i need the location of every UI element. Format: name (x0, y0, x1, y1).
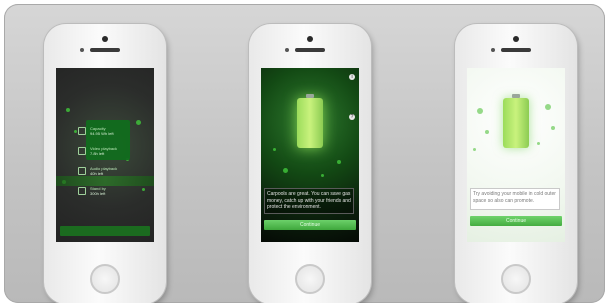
showcase-panel: Capacity 94.95 Wh left Video playback 7.… (4, 4, 605, 303)
decor-leaf (485, 130, 489, 134)
continue-button[interactable]: Continue (264, 220, 356, 230)
info-icon[interactable]: i (349, 74, 355, 80)
phone-mockup-3: Try avoiding your mobile in cold outer s… (455, 24, 577, 303)
decor-dot (321, 174, 324, 177)
decor-dot (142, 188, 145, 191)
battery-icon (503, 94, 529, 148)
stat-value: 40h left (90, 171, 104, 176)
tip-message: Try avoiding your mobile in cold outer s… (470, 188, 560, 210)
earpiece-speaker (90, 48, 120, 52)
home-button[interactable] (295, 264, 325, 294)
stat-value: 7.8h left (90, 151, 105, 156)
front-camera (307, 36, 313, 42)
earpiece-speaker (295, 48, 325, 52)
proximity-sensor (80, 48, 84, 52)
decor-leaf (473, 148, 476, 151)
decor-leaf (545, 104, 551, 110)
screen-stats: Capacity 94.95 Wh left Video playback 7.… (56, 68, 154, 242)
battery-icon (78, 127, 86, 135)
bottom-action-button[interactable] (60, 226, 150, 236)
decor-dot (136, 120, 141, 125)
stat-value: 94.95 Wh left (90, 131, 114, 136)
home-button[interactable] (90, 264, 120, 294)
phone-mockup-1: Capacity 94.95 Wh left Video playback 7.… (44, 24, 166, 303)
stat-row: Capacity 94.95 Wh left (78, 126, 140, 140)
screen-message-dark: i ? Carpools are great. You can save gas… (261, 68, 359, 242)
stat-value: 300h left (90, 191, 106, 196)
continue-button[interactable]: Continue (470, 216, 562, 226)
earpiece-speaker (501, 48, 531, 52)
decor-dot (283, 168, 288, 173)
standby-icon (78, 187, 86, 195)
home-button[interactable] (501, 264, 531, 294)
video-icon (78, 147, 86, 155)
decor-dot (74, 130, 77, 133)
tip-icon[interactable]: ? (349, 114, 355, 120)
stat-row: Stand by 300h left (78, 186, 140, 200)
decor-dot (337, 160, 341, 164)
battery-icon (297, 94, 323, 148)
proximity-sensor (285, 48, 289, 52)
stat-row: Video playback 7.8h left (78, 146, 140, 160)
phone-mockup-2: i ? Carpools are great. You can save gas… (249, 24, 371, 303)
decor-leaf (537, 142, 540, 145)
proximity-sensor (491, 48, 495, 52)
front-camera (102, 36, 108, 42)
screen-message-light: Try avoiding your mobile in cold outer s… (467, 68, 565, 242)
decor-leaf (477, 108, 483, 114)
decor-dot (273, 148, 276, 151)
tip-message: Carpools are great. You can save gas mon… (264, 188, 354, 214)
decor-leaf (551, 126, 555, 130)
music-icon (78, 167, 86, 175)
front-camera (513, 36, 519, 42)
stat-row: Audio playback 40h left (78, 166, 140, 180)
decor-dot (66, 108, 70, 112)
